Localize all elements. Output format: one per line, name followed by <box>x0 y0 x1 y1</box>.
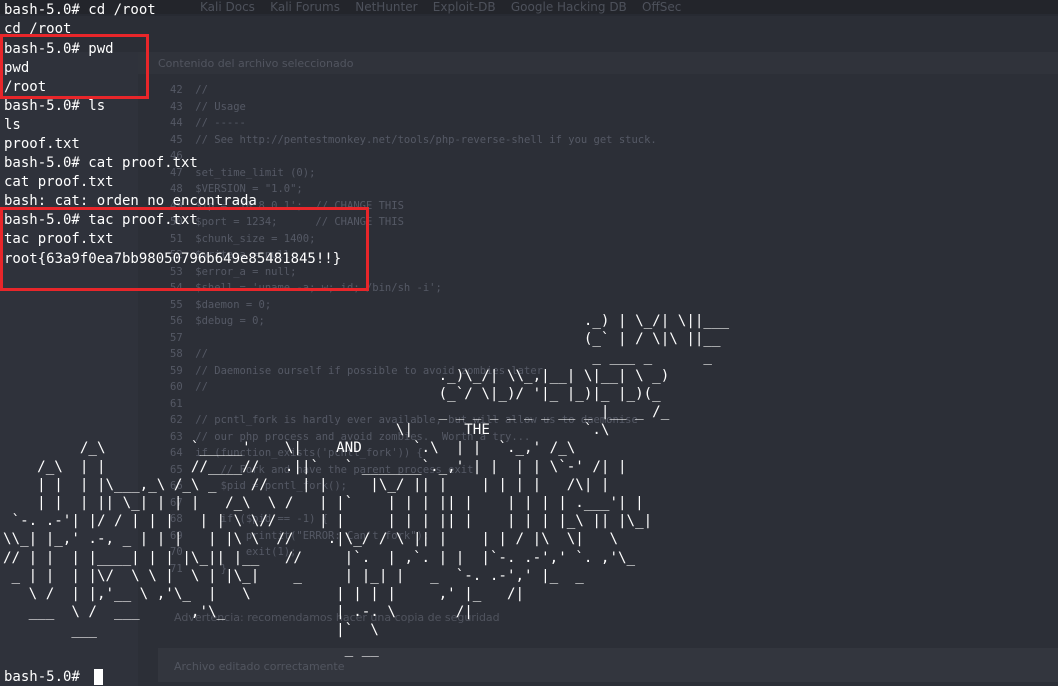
terminal-line: bash-5.0# ls <box>4 98 106 114</box>
terminal-line: bash-5.0# cat proof.txt <box>4 155 198 171</box>
terminal-line: proof.txt <box>4 136 80 152</box>
ascii-art-banner: ._) | \_/| \||___ (_` | / \|\ ||__ _ ___… <box>3 313 730 657</box>
terminal-prompt: bash-5.0# <box>4 669 89 685</box>
highlight-box-pwd <box>0 34 149 99</box>
terminal-line: ls <box>4 117 21 133</box>
terminal-cursor[interactable] <box>94 669 103 685</box>
terminal-window[interactable]: bash-5.0# cd /root cd /root bash-5.0# pw… <box>0 0 1058 686</box>
highlight-box-flag <box>0 207 369 291</box>
screenshot-root: Kali Docs Kali Forums NetHunter Exploit-… <box>0 0 1058 686</box>
terminal-line: bash-5.0# cd /root <box>4 2 156 18</box>
terminal-line: cat proof.txt <box>4 174 114 190</box>
